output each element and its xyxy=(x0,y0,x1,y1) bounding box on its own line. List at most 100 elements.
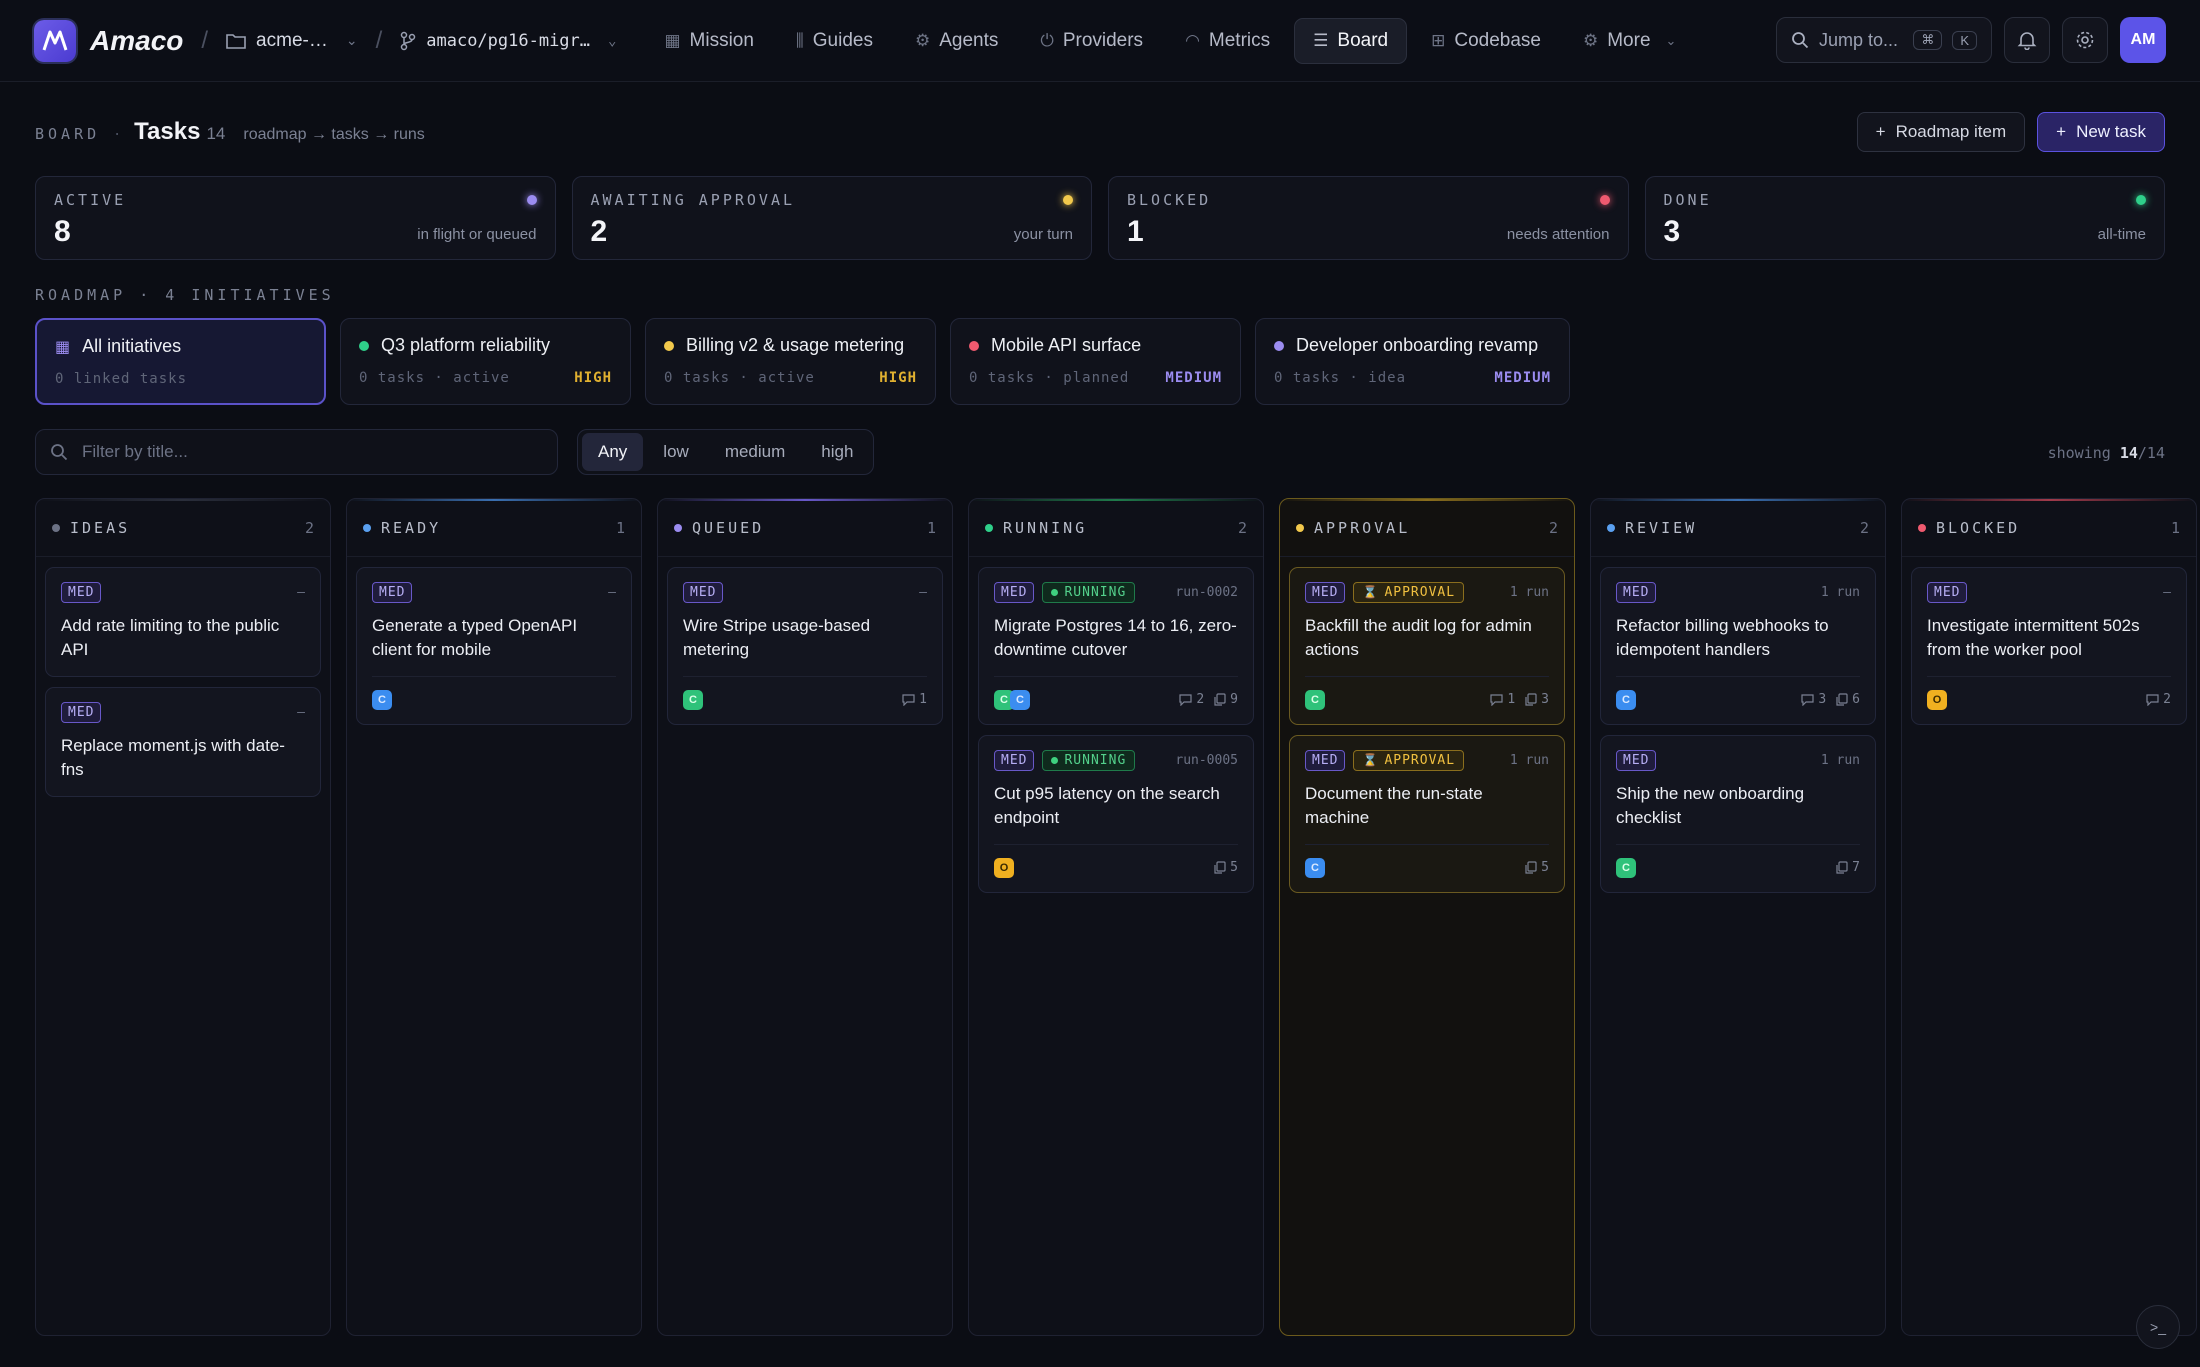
stat-card-awaiting-approval[interactable]: AWAITING APPROVAL 2 your turn xyxy=(571,176,1092,260)
column-header: BLOCKED 1 xyxy=(1902,499,2196,557)
status-badge: RUNNING xyxy=(1042,749,1136,771)
grid-icon: ▦ xyxy=(664,30,681,50)
file-icon xyxy=(1836,693,1848,706)
stat-card-done[interactable]: DONE 3 all-time xyxy=(1644,176,2165,260)
card-footer: CC29 xyxy=(994,676,1238,712)
card-stats: 1 xyxy=(902,692,927,707)
card-list: MED – Investigate intermittent 502s from t… xyxy=(1902,557,2196,735)
priority-tag: MED xyxy=(1305,581,1346,603)
assignee-avatar[interactable]: C xyxy=(1616,689,1636,710)
stat-card-active[interactable]: ACTIVE 8 in flight or queued xyxy=(35,176,556,260)
nav-item-providers[interactable]: ⏻ Providers xyxy=(1022,19,1161,63)
assignee-avatar[interactable]: O xyxy=(1927,689,1947,710)
nav-item-agents[interactable]: ⚙ Agents xyxy=(897,19,1016,63)
stat-number: 3 xyxy=(1818,692,1827,707)
card-meta: – xyxy=(919,584,927,600)
status-label: APPROVAL xyxy=(1384,584,1456,600)
branch-switcher[interactable]: amaco/pg16-migr… ⌄ xyxy=(400,31,616,51)
filter-input[interactable]: Filter by title... xyxy=(35,429,558,475)
card-top: MED 1 run xyxy=(1616,580,1860,604)
nav-item-mission[interactable]: ▦ Mission xyxy=(646,19,771,63)
grid-icon: ▦ xyxy=(55,338,71,356)
task-card[interactable]: MED – Wire Stripe usage-based metering C 1 xyxy=(667,567,943,725)
task-card[interactable]: MED ⌛ APPROVAL 1 run Document the run-state … xyxy=(1289,735,1565,893)
priority-medium[interactable]: medium xyxy=(709,433,801,471)
workspace-switcher[interactable]: acme-… ⌄ xyxy=(226,30,358,52)
priority-low[interactable]: low xyxy=(647,433,705,471)
column-count: 2 xyxy=(1237,518,1247,537)
jump-to-label: Jump to... xyxy=(1819,29,1899,50)
showing-count: showing 14/14 xyxy=(2048,444,2165,462)
user-avatar[interactable]: AM xyxy=(2120,17,2166,63)
assignee-avatar[interactable]: C xyxy=(1616,857,1636,878)
column-accent xyxy=(969,499,1263,501)
file-icon xyxy=(1836,861,1848,874)
nav-item-guides[interactable]: ⫼ Guides xyxy=(778,19,891,63)
status-badge: ⌛ APPROVAL xyxy=(1353,749,1465,771)
terminal-button[interactable]: >_ xyxy=(2136,1305,2180,1349)
task-card[interactable]: MED RUNNING run-0002 Migrate Postgres 14 to… xyxy=(978,567,1254,725)
nav-item-board[interactable]: ☰ Board xyxy=(1294,17,1408,64)
column-count: 1 xyxy=(2170,518,2180,537)
plug-icon: ⏻ xyxy=(1040,30,1054,50)
folder-icon xyxy=(226,34,246,49)
task-card[interactable]: MED ⌛ APPROVAL 1 run Backfill the audit log … xyxy=(1289,567,1565,725)
initiative-card[interactable]: Billing v2 & usage metering 0 tasks · act… xyxy=(645,318,936,405)
showing-total: /14 xyxy=(2137,444,2165,462)
task-card[interactable]: MED – Replace moment.js with date-fns xyxy=(45,687,321,797)
assignee-avatar[interactable]: C xyxy=(372,689,392,710)
card-title: Backfill the audit log for admin actions xyxy=(1305,616,1532,659)
brand-name: Amaco xyxy=(90,24,184,56)
task-card[interactable]: MED 1 run Ship the new onboarding checklis… xyxy=(1600,735,1876,893)
kanban-board: IDEAS 2 MED – Add rate limiting to the publi… xyxy=(35,498,2197,1336)
stat-note: in flight or queued xyxy=(417,226,537,243)
nav-item-codebase[interactable]: ⊞ Codebase xyxy=(1413,19,1559,63)
assignee-avatar[interactable]: C xyxy=(683,689,703,710)
notifications-button[interactable] xyxy=(2004,17,2050,63)
nav-item-more[interactable]: ⚙ More ⌄ xyxy=(1565,19,1694,63)
priority-high[interactable]: high xyxy=(805,433,869,471)
initiative-card[interactable]: Q3 platform reliability 0 tasks · active H… xyxy=(340,318,631,405)
card-list: MED ⌛ APPROVAL 1 run Backfill the audit log … xyxy=(1280,557,1574,903)
task-card[interactable]: MED 1 run Refactor billing webhooks to ide… xyxy=(1600,567,1876,725)
initiatives-row: ▦ All initiatives 0 linked tasks Q3 plat… xyxy=(35,318,1570,405)
comment-count: 1 xyxy=(902,692,927,707)
jump-to-search[interactable]: Jump to... ⌘ K xyxy=(1776,17,1992,63)
nav-item-label: Mission xyxy=(689,29,754,51)
column-header: APPROVAL 2 xyxy=(1280,499,1574,557)
settings-button[interactable] xyxy=(2062,17,2108,63)
card-title: Wire Stripe usage-based metering xyxy=(683,616,871,659)
initiative-priority: HIGH xyxy=(574,370,612,386)
stat-card-blocked[interactable]: BLOCKED 1 needs attention xyxy=(1108,176,1629,260)
card-stats: 7 xyxy=(1836,860,1860,875)
running-dot-icon xyxy=(1051,756,1059,764)
assignee-avatar[interactable]: C xyxy=(1010,689,1030,710)
roadmap-item-button[interactable]: + Roadmap item xyxy=(1856,112,2026,152)
initiative-card[interactable]: Mobile API surface 0 tasks · planned MEDIU… xyxy=(950,318,1241,405)
priority-any[interactable]: Any xyxy=(582,433,644,471)
chip-icon: ⚙ xyxy=(914,30,931,50)
stat-label: ACTIVE xyxy=(54,191,127,209)
roadmap-label: ROADMAP · 4 INITIATIVES xyxy=(35,286,335,304)
task-card[interactable]: MED – Investigate intermittent 502s from t… xyxy=(1911,567,2187,725)
breadcrumb-separator: / xyxy=(201,26,209,54)
stat-number: 7 xyxy=(1852,860,1860,875)
task-card[interactable]: MED – Generate a typed OpenAPI client for … xyxy=(356,567,632,725)
logo-icon[interactable] xyxy=(34,19,76,62)
initiative-card[interactable]: Developer onboarding revamp 0 tasks · ide… xyxy=(1255,318,1570,405)
card-top: MED ⌛ APPROVAL 1 run xyxy=(1305,748,1549,772)
assignee-avatar[interactable]: O xyxy=(994,857,1014,878)
stat-number: 1 xyxy=(919,692,927,707)
card-stats: 2 xyxy=(2146,692,2171,707)
assignee-avatar[interactable]: C xyxy=(1305,689,1325,710)
card-footer: C7 xyxy=(1616,844,1860,880)
task-card[interactable]: MED – Add rate limiting to the public API xyxy=(45,567,321,677)
task-card[interactable]: MED RUNNING run-0005 Cut p95 latency on the… xyxy=(978,735,1254,893)
assignee-avatars: C xyxy=(1305,689,1325,710)
nav-item-metrics[interactable]: ◠ Metrics xyxy=(1167,19,1288,63)
stat-value: 3 xyxy=(1663,215,1681,248)
column-blocked: BLOCKED 1 MED – Investigate intermittent 502… xyxy=(1901,498,2197,1336)
initiative-all[interactable]: ▦ All initiatives 0 linked tasks xyxy=(35,318,326,405)
new-task-button[interactable]: + New task xyxy=(2037,112,2165,152)
assignee-avatar[interactable]: C xyxy=(1305,857,1325,878)
